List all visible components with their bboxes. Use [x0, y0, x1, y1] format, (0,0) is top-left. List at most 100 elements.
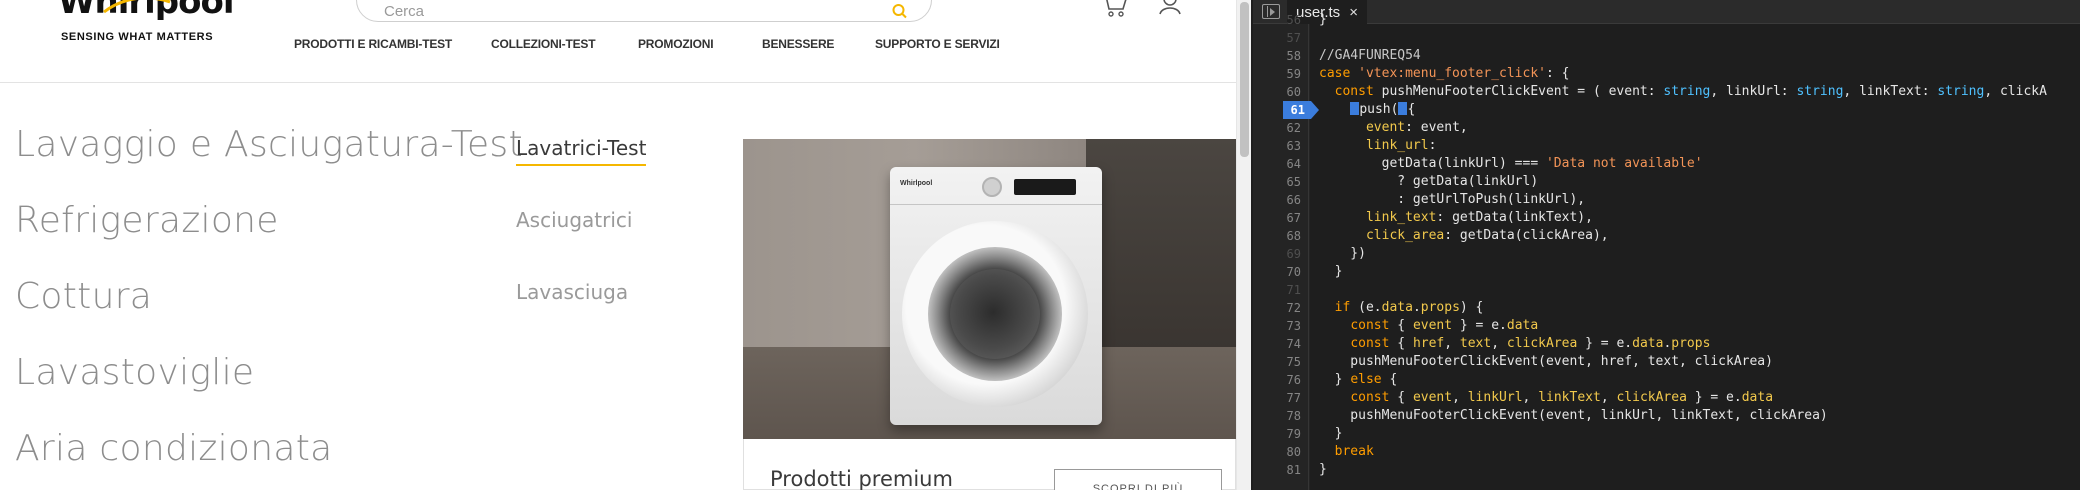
category-item[interactable]: Lavaggio e Asciugatura-Test: [15, 124, 523, 165]
search-icon[interactable]: [891, 4, 909, 22]
promo-image[interactable]: Whirlpool: [743, 139, 1236, 439]
inline-breakpoint-marker[interactable]: [1350, 102, 1360, 115]
category-item[interactable]: Cottura: [15, 276, 152, 317]
nav-item-promozioni[interactable]: PROMOZIONI: [638, 37, 714, 51]
code-token: event: [1365, 120, 1406, 135]
code-token: pushMenuFooterClickEvent = ( event:: [1381, 84, 1664, 99]
code-line[interactable]: 80 break: [1253, 443, 2080, 461]
line-number[interactable]: 68: [1253, 227, 1301, 245]
line-number[interactable]: 73: [1253, 317, 1301, 335]
page-scrollbar[interactable]: [1236, 0, 1251, 490]
category-item[interactable]: Aria condizionata: [15, 428, 333, 469]
line-number[interactable]: 76: [1253, 371, 1301, 389]
code-line[interactable]: 56}: [1253, 11, 2080, 29]
code-token: if: [1334, 300, 1351, 315]
code-line[interactable]: 78 pushMenuFooterClickEvent(event, linkU…: [1253, 407, 2080, 425]
nav-item-supporto[interactable]: SUPPORTO E SERVIZI: [875, 37, 1000, 51]
line-number[interactable]: 71: [1253, 281, 1301, 299]
code-line[interactable]: 61 push({: [1253, 101, 2080, 119]
code-token: :: [1428, 138, 1437, 153]
code-line[interactable]: 60 const pushMenuFooterClickEvent = ( ev…: [1253, 83, 2080, 101]
line-number[interactable]: 69: [1253, 245, 1301, 263]
line-number[interactable]: 72: [1253, 299, 1301, 317]
code-line[interactable]: 70 }: [1253, 263, 2080, 281]
code-token: : getData(clickArea),: [1444, 228, 1609, 243]
search-bar[interactable]: Cerca: [356, 0, 932, 22]
code-token: : {: [1545, 66, 1570, 81]
category-item[interactable]: Refrigerazione: [15, 200, 279, 241]
search-input[interactable]: Cerca: [384, 3, 424, 20]
code-line[interactable]: 63 link_url:: [1253, 137, 2080, 155]
line-number[interactable]: 77: [1253, 389, 1301, 407]
code-token: } = e.: [1577, 336, 1633, 351]
code-line[interactable]: 68 click_area: getData(clickArea),: [1253, 227, 2080, 245]
code-line[interactable]: 71: [1253, 281, 2080, 299]
code-line[interactable]: 66 : getUrlToPush(linkUrl),: [1253, 191, 2080, 209]
code-line[interactable]: 73 const { event } = e.data: [1253, 317, 2080, 335]
line-number[interactable]: 70: [1253, 263, 1301, 281]
line-number[interactable]: 63: [1253, 137, 1301, 155]
nav-item-prodotti[interactable]: PRODOTTI E RICAMBI-TEST: [294, 37, 452, 51]
code-token: {: [1389, 390, 1413, 405]
line-number[interactable]: 64: [1253, 155, 1301, 173]
code-token: }): [1319, 246, 1366, 261]
code-line[interactable]: 58 //GA4FUNREQ54: [1253, 47, 2080, 65]
line-number[interactable]: 62: [1253, 119, 1301, 137]
code-line[interactable]: 65 ? getData(linkUrl): [1253, 173, 2080, 191]
code-token: string: [1663, 84, 1711, 99]
line-number[interactable]: 66: [1253, 191, 1301, 209]
subcategory-item[interactable]: Lavasciuga: [516, 280, 628, 304]
line-number[interactable]: 75: [1253, 353, 1301, 371]
scrollbar-thumb[interactable]: [1240, 2, 1249, 157]
code-line[interactable]: 79 }: [1253, 425, 2080, 443]
code-line[interactable]: 77 const { event, linkUrl, linkText, cli…: [1253, 389, 2080, 407]
line-number[interactable]: 74: [1253, 335, 1301, 353]
code-text: //GA4FUNREQ54: [1319, 47, 1421, 65]
code-token: ? getData(linkUrl): [1319, 174, 1539, 189]
code-line[interactable]: 72 if (e.data.props) {: [1253, 299, 2080, 317]
line-number[interactable]: 56: [1253, 11, 1301, 29]
line-number[interactable]: 58: [1253, 47, 1301, 65]
line-number[interactable]: 79: [1253, 425, 1301, 443]
category-item[interactable]: Lavastoviglie: [15, 352, 254, 393]
user-account-icon[interactable]: [1158, 0, 1182, 16]
code-text: event: event,: [1319, 119, 1468, 137]
line-number[interactable]: 60: [1253, 83, 1301, 101]
nav-item-collezioni[interactable]: COLLEZIONI-TEST: [491, 37, 596, 51]
line-number[interactable]: 67: [1253, 209, 1301, 227]
nav-item-benessere[interactable]: BENESSERE: [762, 37, 834, 51]
code-line[interactable]: 62 event: event,: [1253, 119, 2080, 137]
code-token: (e.: [1350, 300, 1382, 315]
subcategory-item[interactable]: Asciugatrici: [516, 208, 632, 232]
code-line[interactable]: 64 getData(linkUrl) === 'Data not availa…: [1253, 155, 2080, 173]
line-number[interactable]: 65: [1253, 173, 1301, 191]
code-token: const: [1319, 84, 1382, 99]
code-line[interactable]: 57: [1253, 29, 2080, 47]
line-number[interactable]: 78: [1253, 407, 1301, 425]
code-token: } = e.: [1452, 318, 1507, 333]
line-number[interactable]: 81: [1253, 461, 1301, 479]
breakpoint-line-number[interactable]: 61: [1283, 101, 1319, 119]
code-line[interactable]: 67 link_text: getData(linkText),: [1253, 209, 2080, 227]
cart-icon[interactable]: [1100, 0, 1128, 18]
code-line[interactable]: 59 case 'vtex:menu_footer_click': {: [1253, 65, 2080, 83]
line-number[interactable]: 59: [1253, 65, 1301, 83]
subcategory-item-active[interactable]: Lavatrici-Test: [516, 136, 647, 166]
code-line[interactable]: 76 } else {: [1253, 371, 2080, 389]
code-line[interactable]: 81}: [1253, 461, 2080, 479]
promo-card-footer: Prodotti premium SCOPRI DI PIÙ: [743, 439, 1236, 490]
code-token: break: [1334, 444, 1374, 459]
line-number[interactable]: 80: [1253, 443, 1301, 461]
code-line[interactable]: 75 pushMenuFooterClickEvent(event, href,…: [1253, 353, 2080, 371]
code-text: const { href, text, clickArea } = e.data…: [1319, 335, 1710, 353]
code-token: : getUrlToPush(linkUrl),: [1319, 192, 1586, 207]
code-line[interactable]: 69 }): [1253, 245, 2080, 263]
code-line[interactable]: 74 const { href, text, clickArea } = e.d…: [1253, 335, 2080, 353]
code-token: string: [1937, 84, 1985, 99]
code-token: linkText: [1538, 390, 1601, 405]
promo-discover-button[interactable]: SCOPRI DI PIÙ: [1054, 469, 1222, 490]
code-token: data: [1741, 390, 1774, 405]
line-number[interactable]: 57: [1253, 29, 1301, 47]
code-text: click_area: getData(clickArea),: [1319, 227, 1609, 245]
